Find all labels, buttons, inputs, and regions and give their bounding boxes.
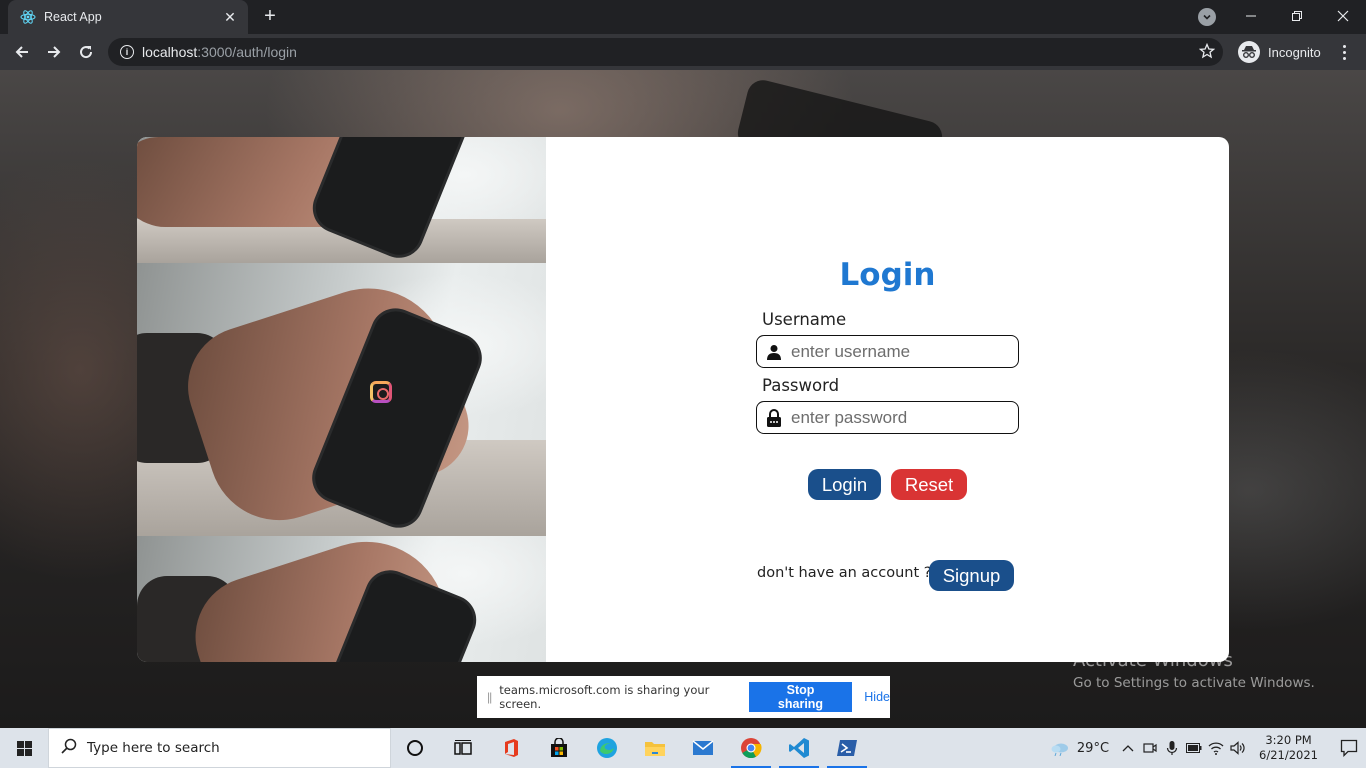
reload-icon[interactable] xyxy=(74,40,98,64)
photo-column xyxy=(137,137,546,662)
activate-windows-watermark: Activate Windows Go to Settings to activ… xyxy=(1073,650,1315,691)
browser-toolbar: i localhost:3000/auth/login Incognito xyxy=(0,34,1366,70)
chrome-icon[interactable] xyxy=(727,728,775,768)
reset-button[interactable]: Reset xyxy=(891,469,967,500)
restore-icon[interactable] xyxy=(1274,0,1320,32)
search-placeholder: Type here to search xyxy=(87,740,220,756)
new-tab-icon[interactable]: + xyxy=(260,6,280,27)
search-icon xyxy=(61,738,77,759)
tab-search-icon[interactable] xyxy=(1198,8,1216,26)
taskbar-clock[interactable]: 3:20 PM 6/21/2021 xyxy=(1259,733,1318,763)
react-icon xyxy=(20,9,36,25)
start-button[interactable] xyxy=(0,728,48,768)
office-icon[interactable] xyxy=(487,728,535,768)
clock-date: 6/21/2021 xyxy=(1259,748,1318,762)
back-icon[interactable] xyxy=(10,40,34,64)
weather-temp[interactable]: 29°C xyxy=(1077,741,1109,756)
screen-share-bar: || teams.microsoft.com is sharing your s… xyxy=(477,676,890,718)
mail-icon[interactable] xyxy=(679,728,727,768)
windows-taskbar: Type here to search 29°C 3:20 PM 6/21/20… xyxy=(0,728,1366,768)
edge-icon[interactable] xyxy=(583,728,631,768)
tab-title: React App xyxy=(44,10,102,24)
username-field[interactable] xyxy=(756,335,1019,368)
signup-button[interactable]: Signup xyxy=(929,560,1014,591)
close-window-icon[interactable] xyxy=(1320,0,1366,32)
chevron-up-icon[interactable] xyxy=(1117,728,1139,768)
powershell-icon[interactable] xyxy=(823,728,871,768)
store-icon[interactable] xyxy=(535,728,583,768)
login-form: Login Username Password Login Reset don'… xyxy=(546,137,1229,662)
notifications-icon[interactable] xyxy=(1332,728,1366,768)
system-tray: 29°C 3:20 PM 6/21/2021 xyxy=(1049,728,1366,768)
drag-handle-icon[interactable]: || xyxy=(487,690,492,704)
weather-icon[interactable] xyxy=(1049,728,1071,768)
watermark-title: Activate Windows xyxy=(1073,650,1233,671)
user-icon xyxy=(765,343,783,361)
login-card: Login Username Password Login Reset don'… xyxy=(137,137,1229,662)
username-label: Username xyxy=(762,310,847,329)
url-path: :3000/auth/login xyxy=(197,44,297,60)
url-host: localhost xyxy=(142,44,198,60)
incognito-icon xyxy=(1238,41,1260,63)
browser-tab[interactable]: React App ✕ xyxy=(8,0,248,34)
password-label: Password xyxy=(762,376,840,395)
stop-sharing-button[interactable]: Stop sharing xyxy=(748,682,853,712)
login-button[interactable]: Login xyxy=(808,469,881,500)
wifi-icon[interactable] xyxy=(1205,728,1227,768)
signup-prompt: don't have an account ? xyxy=(757,565,932,581)
file-explorer-icon[interactable] xyxy=(631,728,679,768)
incognito-label: Incognito xyxy=(1268,44,1321,60)
hide-link[interactable]: Hide xyxy=(864,690,890,704)
forward-icon[interactable] xyxy=(42,40,66,64)
share-message: teams.microsoft.com is sharing your scre… xyxy=(499,683,710,711)
page-title: Login xyxy=(839,257,936,293)
site-info-icon[interactable]: i xyxy=(120,45,134,59)
microphone-icon[interactable] xyxy=(1161,728,1183,768)
volume-icon[interactable] xyxy=(1227,728,1249,768)
phone-photo-top xyxy=(137,137,546,263)
cortana-icon[interactable] xyxy=(391,728,439,768)
address-bar[interactable]: i localhost:3000/auth/login xyxy=(108,38,1223,66)
clock-time: 3:20 PM xyxy=(1265,733,1312,747)
password-field[interactable] xyxy=(756,401,1019,434)
watermark-subtitle: Go to Settings to activate Windows. xyxy=(1073,675,1315,691)
battery-icon[interactable] xyxy=(1183,728,1205,768)
phone-photo-bottom xyxy=(137,536,546,662)
username-input[interactable] xyxy=(791,341,1011,362)
close-tab-icon[interactable]: ✕ xyxy=(222,9,238,25)
password-input[interactable] xyxy=(791,407,1011,428)
task-view-icon[interactable] xyxy=(439,728,487,768)
taskbar-search[interactable]: Type here to search xyxy=(48,728,391,768)
browser-menu-icon[interactable] xyxy=(1334,42,1354,62)
phone-photo-main xyxy=(137,263,546,536)
minimize-icon[interactable] xyxy=(1228,0,1274,32)
windows-icon xyxy=(16,740,32,756)
meet-now-icon[interactable] xyxy=(1139,728,1161,768)
incognito-profile[interactable]: Incognito xyxy=(1232,38,1327,66)
browser-tabstrip: React App ✕ + xyxy=(0,0,1366,34)
page-viewport: Login Username Password Login Reset don'… xyxy=(0,70,1366,728)
instagram-icon xyxy=(370,381,392,403)
lock-icon xyxy=(765,408,783,427)
bookmark-star-icon[interactable] xyxy=(1198,42,1216,64)
vscode-icon[interactable] xyxy=(775,728,823,768)
